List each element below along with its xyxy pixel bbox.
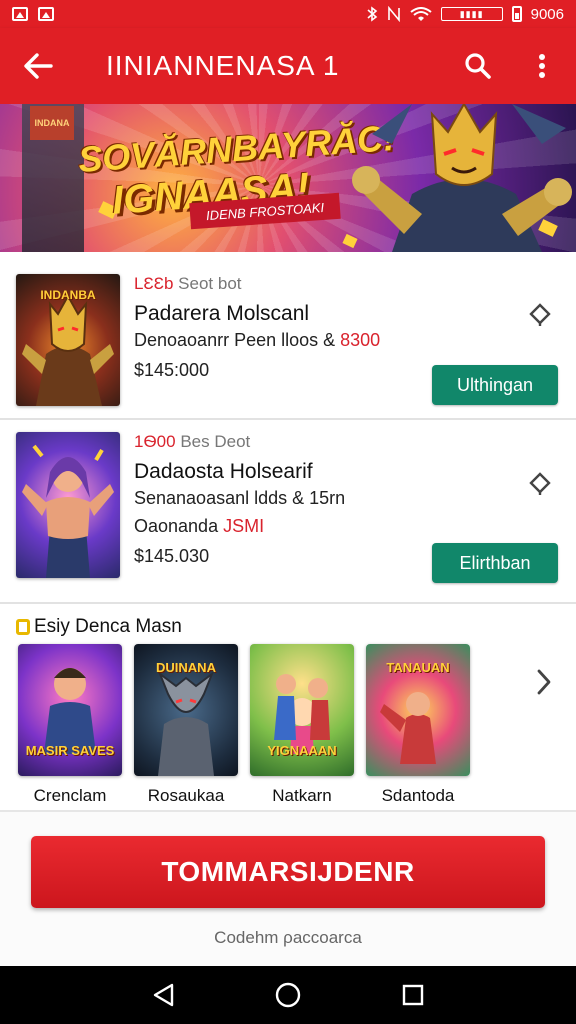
nav-back-button[interactable] — [143, 975, 183, 1015]
product-description: Senanaoasanl ldds & 15rn — [134, 488, 345, 509]
product-card[interactable]: 1Ѳ00 Bes Deot Dadaosta Holsearif Senanao… — [0, 420, 576, 604]
location-pin-button[interactable] — [524, 299, 556, 331]
back-arrow-icon — [24, 53, 53, 79]
product-meta-badge: 1Ѳ00 — [134, 432, 176, 451]
tile-label[interactable]: Crenclam — [18, 786, 122, 806]
tile-label[interactable]: Natkarn — [250, 786, 354, 806]
product-action-button[interactable]: Elirthban — [432, 543, 558, 583]
product-title[interactable]: Padarera Molscanl — [134, 302, 309, 326]
game-tile-image[interactable]: TANAUAN — [366, 644, 470, 776]
game-tile[interactable]: TANAUAN Sdantoda — [366, 644, 470, 806]
game-tile-image[interactable]: MASIR SAVES — [18, 644, 122, 776]
banner-machine-label: INDANA — [30, 106, 74, 140]
location-pin-icon — [529, 303, 551, 326]
chevron-right-icon — [537, 669, 551, 695]
search-button[interactable] — [458, 46, 498, 86]
banner-hero-character — [352, 104, 572, 252]
product-extra-highlight: JSMI — [223, 516, 265, 536]
product-action-button[interactable]: Ulthingan — [432, 365, 558, 405]
tile-bottom-text: MASIR SAVES — [25, 743, 115, 758]
game-tile[interactable]: DUINANA Rosaukaa — [134, 644, 238, 806]
status-right: ▮▮▮▮ 9006 — [366, 6, 564, 23]
nav-recents-icon — [403, 984, 424, 1006]
tile-label[interactable]: Rosaukaa — [134, 786, 238, 806]
product-meta-badge: LƐƐb — [134, 274, 174, 293]
more-options-button[interactable] — [522, 46, 562, 86]
product-title[interactable]: Dadaosta Holsearif — [134, 460, 313, 484]
photo-icon — [38, 7, 54, 21]
nav-back-icon — [153, 983, 173, 1007]
location-pin-button[interactable] — [524, 468, 556, 500]
promo-banner[interactable]: INDANA SOVĂRNBAYRĂC! IGNAASA! IDENB FROS… — [0, 104, 576, 252]
game-tile-image[interactable]: DUINANA — [134, 644, 238, 776]
nav-recents-button[interactable] — [393, 975, 433, 1015]
wifi-icon — [410, 7, 432, 21]
recommendations-section: Esiy Denca Masn MASIR SAVES Crenclam DUI… — [0, 606, 576, 812]
thumbnail-character — [22, 444, 114, 578]
product-meta-text: Seot bot — [173, 274, 242, 293]
tile-top-text: DUINANA — [156, 660, 216, 675]
status-bar: ▮▮▮▮ 9006 — [0, 0, 576, 28]
status-left — [12, 7, 54, 21]
product-price: $145.030 — [134, 546, 210, 566]
tile-bottom-text: YIGNAAAN — [267, 743, 337, 758]
product-extra-text: Oaonanda — [134, 516, 224, 536]
location-pin-icon — [529, 472, 551, 495]
product-meta: 1Ѳ00 Bes Deot — [134, 432, 250, 452]
system-nav-bar — [0, 966, 576, 1024]
product-thumbnail[interactable]: INDANBA — [16, 274, 120, 406]
battery-icon — [511, 6, 522, 22]
product-description-text: Denoaoanrr Peen lloos & — [134, 330, 341, 350]
game-tile[interactable]: MASIR SAVES Crenclam — [18, 644, 122, 806]
product-description-text: Senanaoasanl ldds & 15rn — [134, 488, 346, 508]
bag-icon — [16, 619, 30, 635]
data-box-icon: ▮▮▮▮ — [440, 7, 503, 21]
product-price: $145:000 — [134, 360, 210, 380]
back-button[interactable] — [18, 46, 58, 86]
carousel-next-button[interactable] — [526, 664, 562, 700]
product-thumbnail[interactable] — [16, 432, 120, 578]
nfc-icon — [387, 6, 400, 22]
image-icon — [12, 7, 28, 21]
nav-home-button[interactable] — [268, 975, 308, 1015]
thumbnail-label: INDANBA — [40, 288, 96, 302]
primary-cta-button[interactable]: TOMMARSIJDENR — [31, 836, 545, 908]
product-extra-info: Oaonanda JSMI — [134, 516, 264, 537]
product-meta: LƐƐb Seot bot — [134, 274, 242, 294]
section-title: Esiy Denca Masn — [34, 616, 182, 637]
search-icon — [465, 53, 491, 79]
status-time: 9006 — [530, 5, 564, 23]
more-vert-icon — [539, 54, 545, 78]
product-description: Denoaoanrr Peen lloos & 8300 — [134, 330, 380, 351]
app-title: IINIANNENASA 1 — [106, 50, 340, 81]
nav-home-icon — [275, 982, 301, 1008]
tile-label[interactable]: Sdantoda — [366, 786, 470, 806]
bottom-action-area: TOMMARSIJDENR Codehm ρaccoarca — [0, 812, 576, 966]
game-tile-image[interactable]: YIGNAAAN — [250, 644, 354, 776]
game-tile[interactable]: YIGNAAAN Natkarn — [250, 644, 354, 806]
tile-top-text: TANAUAN — [386, 660, 450, 675]
product-card[interactable]: INDANBA LƐƐb Seot bot Padarera Molscanl … — [0, 262, 576, 420]
app-bar: IINIANNENASA 1 — [0, 28, 576, 104]
secondary-link[interactable]: Codehm ρaccoarca — [0, 928, 576, 948]
tile-carousel[interactable]: MASIR SAVES Crenclam DUINANA Rosaukaa YI… — [18, 644, 470, 806]
section-header: Esiy Denca Masn — [16, 616, 182, 638]
product-description-highlight: 8300 — [340, 330, 381, 350]
bluetooth-icon — [367, 6, 377, 22]
product-meta-text: Bes Deot — [175, 432, 251, 451]
